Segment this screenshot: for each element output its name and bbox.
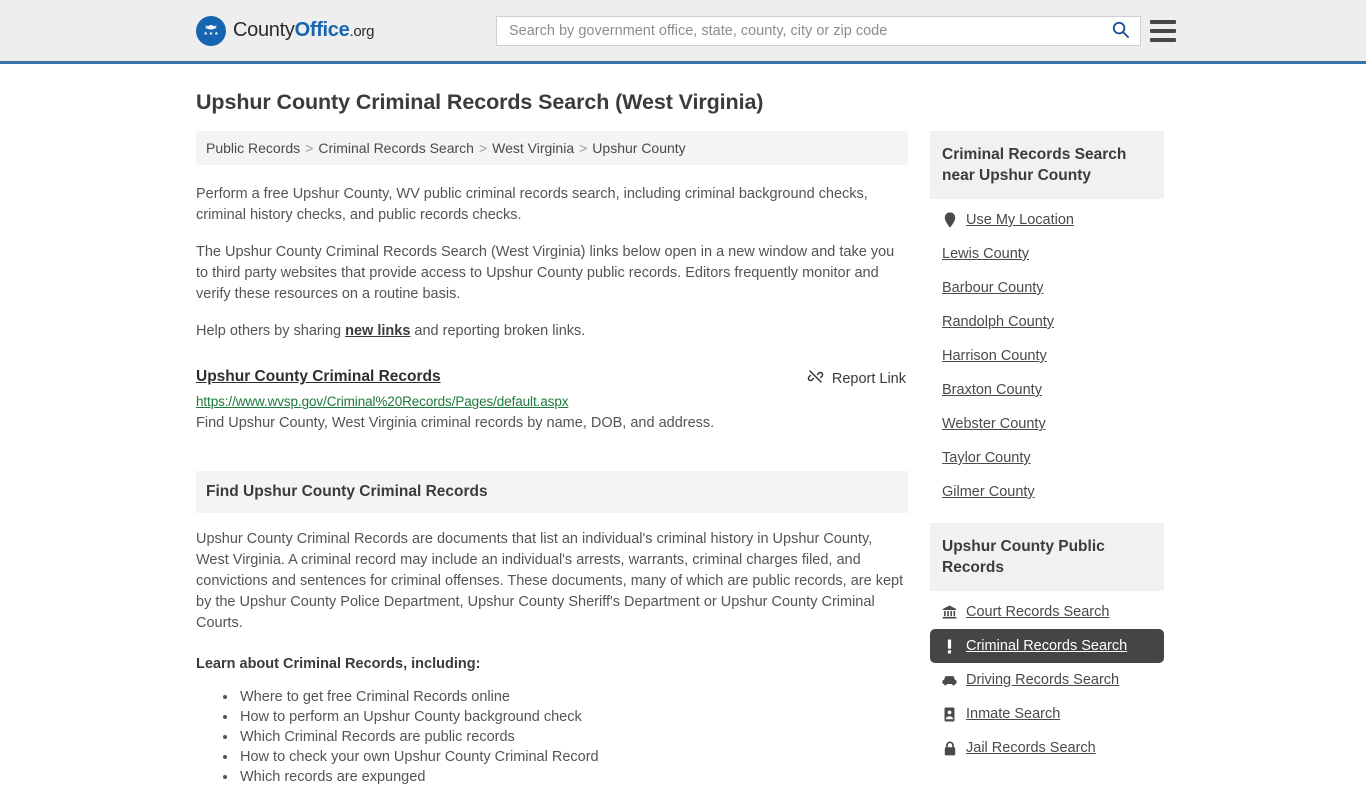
breadcrumb-item-criminal-records-search[interactable]: Criminal Records Search [318,140,474,156]
intro-paragraph-1: Perform a free Upshur County, WV public … [196,186,868,223]
sidebar-item-label: Randolph County [942,314,1055,330]
sidebar-item-webster-county[interactable]: Webster County [930,407,1164,441]
eagle-seal-icon [196,15,226,46]
sidebar-item-randolph-county[interactable]: Randolph County [930,305,1164,339]
section-body: Upshur County Criminal Records are docum… [196,529,908,787]
list-item: How to perform an Upshur County backgrou… [238,707,908,727]
result-listing: Upshur County Criminal Records Report Li… [196,368,908,433]
sidebar-item-label: Gilmer County [942,484,1035,500]
result-title-link[interactable]: Upshur County Criminal Records [196,368,441,386]
section-body-paragraph: Upshur County Criminal Records are docum… [196,531,904,631]
hamburger-menu-icon[interactable] [1150,19,1176,42]
result-description: Find Upshur County, West Virginia crimin… [196,415,715,431]
breadcrumb-item-upshur-county[interactable]: Upshur County [592,140,685,156]
section-banner-find-records: Find Upshur County Criminal Records [196,471,908,513]
breadcrumb-separator: > [478,140,488,156]
hamburger-bar-3 [1150,37,1176,42]
sidebar-item-label: Braxton County [942,382,1042,398]
site-logo-text: CountyOffice.org [233,19,374,42]
brand-part-office: Office [294,19,350,41]
share-text-after: and reporting broken links. [410,323,586,339]
sidebar-item-criminal-records-search[interactable]: Criminal Records Search [930,629,1164,663]
breadcrumb-item-west-virginia[interactable]: West Virginia [492,140,574,156]
sidebar-item-label: Harrison County [942,348,1047,364]
sidebar-item-inmate-search[interactable]: Inmate Search [930,697,1164,731]
breadcrumb-item-public-records[interactable]: Public Records [206,140,300,156]
broken-link-icon [807,368,824,389]
list-item: Which records are expunged [238,767,908,787]
brand-part-tld: .org [349,23,375,40]
search-icon [1111,20,1130,42]
share-text-before: Help others by sharing [196,323,346,339]
intro-paragraph-2: The Upshur County Criminal Records Searc… [196,244,895,302]
report-link-button[interactable]: Report Link [807,368,908,389]
learn-about-list: Where to get free Criminal Records onlin… [196,687,908,787]
sidebar-item-harrison-county[interactable]: Harrison County [930,339,1164,373]
sidebar-item-court-records-search[interactable]: Court Records Search [930,595,1164,629]
intro-paragraph-3: Help others by sharing new links and rep… [196,321,908,342]
search-bar[interactable] [496,15,1141,46]
sidebar-item-barbour-county[interactable]: Barbour County [930,271,1164,305]
sidebar-item-label: Webster County [942,416,1046,432]
list-item: Which Criminal Records are public record… [238,727,908,747]
search-button[interactable] [1109,20,1132,42]
search-input[interactable] [507,17,1109,44]
hamburger-bar-2 [1150,28,1176,33]
breadcrumb-separator: > [579,140,588,156]
sidebar-item-label: Barbour County [942,280,1044,296]
report-link-label: Report Link [831,370,906,387]
breadcrumb: Public Records > Criminal Records Search > W… [196,131,908,165]
sidebar-public-records-list: Court Records Search Criminal Records Se… [930,595,1164,765]
sidebar-panel-nearby: Criminal Records Search near Upshur Coun… [930,131,1164,509]
id-badge-icon [942,706,957,722]
car-icon [942,672,957,688]
sidebar-item-driving-records-search[interactable]: Driving Records Search [930,663,1164,697]
section-lead-in: Learn about Criminal Records, including: [196,656,481,672]
sidebar-item-label: Criminal Records Search [966,638,1128,654]
sidebar-item-label: Court Records Search [966,604,1110,620]
sidebar-heading-public-records: Upshur County Public Records [930,523,1164,591]
sidebar-item-taylor-county[interactable]: Taylor County [930,441,1164,475]
breadcrumb-separator: > [305,140,314,156]
sidebar-nearby-list: Use My Location Lewis County Barbour Cou… [930,203,1164,509]
brand-part-county: County [233,19,295,41]
sidebar-item-braxton-county[interactable]: Braxton County [930,373,1164,407]
map-pin-icon [942,212,957,228]
sidebar-item-lewis-county[interactable]: Lewis County [930,237,1164,271]
content-columns: Public Records > Criminal Records Search > W… [196,131,1170,787]
site-logo[interactable]: CountyOffice.org [196,15,374,46]
result-url[interactable]: https://www.wvsp.gov/Criminal%20Records/… [196,394,908,409]
sidebar-item-label: Taylor County [942,450,1031,466]
sidebar-item-jail-records-search[interactable]: Jail Records Search [930,731,1164,765]
sidebar: Criminal Records Search near Upshur Coun… [930,131,1164,779]
list-item: Where to get free Criminal Records onlin… [238,687,908,707]
page-container: Upshur County Criminal Records Search (W… [0,90,1366,787]
site-header: CountyOffice.org [0,0,1366,64]
sidebar-item-label: Lewis County [942,246,1030,262]
result-header-row: Upshur County Criminal Records Report Li… [196,368,908,389]
list-item: How to check your own Upshur County Crim… [238,747,908,767]
hamburger-bar-1 [1150,19,1176,24]
courthouse-icon [942,604,957,620]
sidebar-item-label: Use My Location [966,212,1074,228]
new-links-link[interactable]: new links [345,323,410,339]
sidebar-panel-public-records: Upshur County Public Records Court Recor… [930,523,1164,765]
page-title: Upshur County Criminal Records Search (W… [196,90,764,114]
sidebar-heading-nearby: Criminal Records Search near Upshur Coun… [930,131,1164,199]
sidebar-item-label: Driving Records Search [966,672,1120,688]
exclamation-icon [942,638,957,654]
main-content: Public Records > Criminal Records Search > W… [196,131,908,787]
sidebar-item-label: Inmate Search [966,706,1061,722]
sidebar-item-label: Jail Records Search [966,740,1096,756]
lock-icon [942,740,957,756]
sidebar-item-use-my-location[interactable]: Use My Location [930,203,1164,237]
sidebar-item-gilmer-county[interactable]: Gilmer County [930,475,1164,509]
